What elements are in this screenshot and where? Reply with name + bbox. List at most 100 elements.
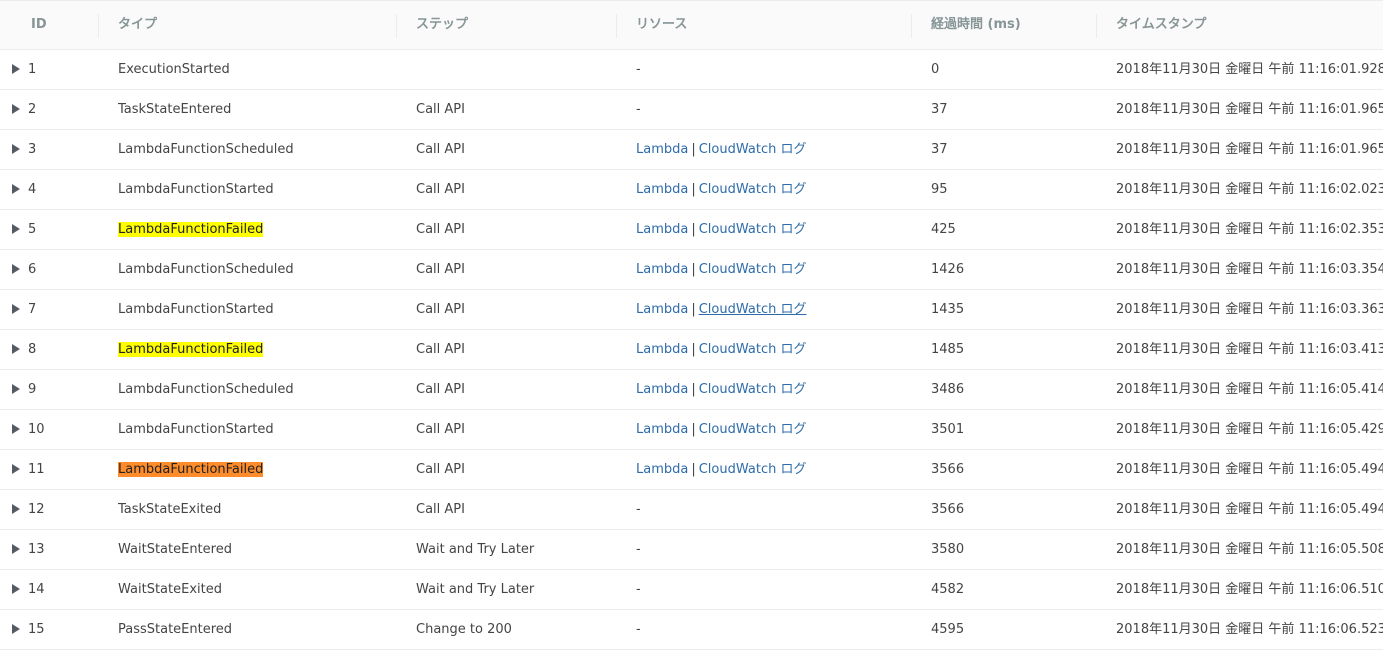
cloudwatch-logs-link[interactable]: CloudWatch ログ: [699, 182, 807, 197]
event-elapsed-ms: 95: [931, 182, 948, 197]
column-header-id[interactable]: ID: [31, 1, 47, 49]
lambda-link[interactable]: Lambda: [636, 422, 688, 437]
event-id-cell[interactable]: 1: [12, 50, 36, 89]
lambda-link[interactable]: Lambda: [636, 302, 688, 317]
expand-triangle-icon[interactable]: [12, 384, 20, 394]
table-row[interactable]: 1 ExecutionStarted - 0 2018年11月30日 金曜日 午前 11…: [0, 50, 1383, 90]
column-header-timestamp[interactable]: タイムスタンプ: [1116, 1, 1206, 49]
resource-empty: -: [636, 62, 641, 77]
resource-empty: -: [636, 502, 641, 517]
event-id-cell[interactable]: 4: [12, 170, 36, 209]
expand-triangle-icon[interactable]: [12, 464, 20, 474]
expand-triangle-icon[interactable]: [12, 104, 20, 114]
event-type-cell: WaitStateExited: [118, 570, 222, 609]
expand-triangle-icon[interactable]: [12, 544, 20, 554]
event-id: 15: [28, 622, 45, 637]
cloudwatch-logs-link[interactable]: CloudWatch ログ: [699, 342, 807, 357]
event-timestamp: 2018年11月30日 金曜日 午前 11:16:03.363: [1116, 302, 1383, 317]
table-row[interactable]: 4 LambdaFunctionStarted Call API Lambda | Clo…: [0, 170, 1383, 210]
event-id-cell[interactable]: 13: [12, 530, 45, 569]
column-header-elapsed[interactable]: 経過時間 (ms): [931, 1, 1021, 49]
expand-triangle-icon[interactable]: [12, 584, 20, 594]
event-id-cell[interactable]: 6: [12, 250, 36, 289]
lambda-link[interactable]: Lambda: [636, 462, 688, 477]
column-header-step[interactable]: ステップ: [416, 1, 468, 49]
table-row[interactable]: 10 LambdaFunctionStarted Call API Lambda | Cl…: [0, 410, 1383, 450]
table-row[interactable]: 2 TaskStateEntered Call API - 37 2018年11月30日 …: [0, 90, 1383, 130]
event-id-cell[interactable]: 14: [12, 570, 45, 609]
expand-triangle-icon[interactable]: [12, 184, 20, 194]
event-id-cell[interactable]: 9: [12, 370, 36, 409]
table-row[interactable]: 8 LambdaFunctionFailed Call API Lambda | Clou…: [0, 330, 1383, 370]
event-id-cell[interactable]: 15: [12, 610, 45, 649]
column-divider[interactable]: [616, 14, 617, 38]
column-header-resource[interactable]: リソース: [636, 1, 687, 49]
lambda-link[interactable]: Lambda: [636, 342, 688, 357]
cloudwatch-logs-link[interactable]: CloudWatch ログ: [699, 462, 807, 477]
table-row[interactable]: 14 WaitStateExited Wait and Try Later - 4582…: [0, 570, 1383, 610]
cloudwatch-logs-link[interactable]: CloudWatch ログ: [699, 262, 807, 277]
column-divider[interactable]: [911, 14, 912, 38]
event-id-cell[interactable]: 3: [12, 130, 36, 169]
event-id-cell[interactable]: 5: [12, 210, 36, 249]
link-separator: |: [691, 422, 696, 437]
lambda-link[interactable]: Lambda: [636, 222, 688, 237]
table-row[interactable]: 11 LambdaFunctionFailed Call API Lambda | Clo…: [0, 450, 1383, 490]
expand-triangle-icon[interactable]: [12, 504, 20, 514]
event-id-cell[interactable]: 7: [12, 290, 36, 329]
column-header-type[interactable]: タイプ: [118, 1, 157, 49]
table-row[interactable]: 5 LambdaFunctionFailed Call API Lambda | Clou…: [0, 210, 1383, 250]
lambda-link[interactable]: Lambda: [636, 142, 688, 157]
table-row[interactable]: 13 WaitStateEntered Wait and Try Later - 358…: [0, 530, 1383, 570]
event-elapsed-ms: 1435: [931, 302, 965, 317]
event-elapsed-ms: 4595: [931, 622, 965, 637]
table-row[interactable]: 7 LambdaFunctionStarted Call API Lambda | Clo…: [0, 290, 1383, 330]
event-id: 12: [28, 502, 45, 517]
event-type-cell: ExecutionStarted: [118, 50, 230, 89]
event-elapsed-ms: 425: [931, 222, 956, 237]
table-row[interactable]: 15 PassStateEntered Change to 200 - 4595 2018…: [0, 610, 1383, 650]
column-divider[interactable]: [98, 14, 99, 38]
lambda-link[interactable]: Lambda: [636, 382, 688, 397]
event-id-cell[interactable]: 2: [12, 90, 36, 129]
link-separator: |: [691, 302, 696, 317]
event-id-cell[interactable]: 12: [12, 490, 45, 529]
cloudwatch-logs-link[interactable]: CloudWatch ログ: [699, 222, 807, 237]
expand-triangle-icon[interactable]: [12, 224, 20, 234]
event-step: Call API: [416, 222, 465, 237]
cloudwatch-logs-link[interactable]: CloudWatch ログ: [699, 382, 807, 397]
cloudwatch-logs-link[interactable]: CloudWatch ログ: [699, 302, 807, 317]
cloudwatch-logs-link[interactable]: CloudWatch ログ: [699, 142, 807, 157]
event-elapsed-ms: 3486: [931, 382, 965, 397]
lambda-link[interactable]: Lambda: [636, 182, 688, 197]
event-type: WaitStateExited: [118, 582, 222, 597]
event-step: Wait and Try Later: [416, 582, 535, 597]
expand-triangle-icon[interactable]: [12, 624, 20, 634]
event-resource-cell: -: [636, 570, 641, 609]
event-id-cell[interactable]: 8: [12, 330, 36, 369]
table-row[interactable]: 6 LambdaFunctionScheduled Call API Lambda | C…: [0, 250, 1383, 290]
event-resource-cell: Lambda | CloudWatch ログ: [636, 250, 806, 289]
event-step: Call API: [416, 382, 465, 397]
expand-triangle-icon[interactable]: [12, 424, 20, 434]
event-step: Call API: [416, 462, 465, 477]
expand-triangle-icon[interactable]: [12, 144, 20, 154]
event-type: LambdaFunctionStarted: [118, 422, 274, 437]
column-divider[interactable]: [396, 14, 397, 38]
event-id: 14: [28, 582, 45, 597]
table-row[interactable]: 3 LambdaFunctionScheduled Call API Lambda | C…: [0, 130, 1383, 170]
event-id-cell[interactable]: 10: [12, 410, 45, 449]
column-divider[interactable]: [1096, 14, 1097, 38]
expand-triangle-icon[interactable]: [12, 344, 20, 354]
expand-triangle-icon[interactable]: [12, 64, 20, 74]
event-id: 1: [28, 62, 37, 77]
event-type-cell: LambdaFunctionFailed: [118, 450, 264, 489]
event-id-cell[interactable]: 11: [12, 450, 45, 489]
table-row[interactable]: 9 LambdaFunctionScheduled Call API Lambda | C…: [0, 370, 1383, 410]
cloudwatch-logs-link[interactable]: CloudWatch ログ: [699, 422, 807, 437]
table-row[interactable]: 12 TaskStateExited Call API - 3566 2018年11月30…: [0, 490, 1383, 530]
expand-triangle-icon[interactable]: [12, 264, 20, 274]
expand-triangle-icon[interactable]: [12, 304, 20, 314]
lambda-link[interactable]: Lambda: [636, 262, 688, 277]
event-resource-cell: -: [636, 490, 641, 529]
